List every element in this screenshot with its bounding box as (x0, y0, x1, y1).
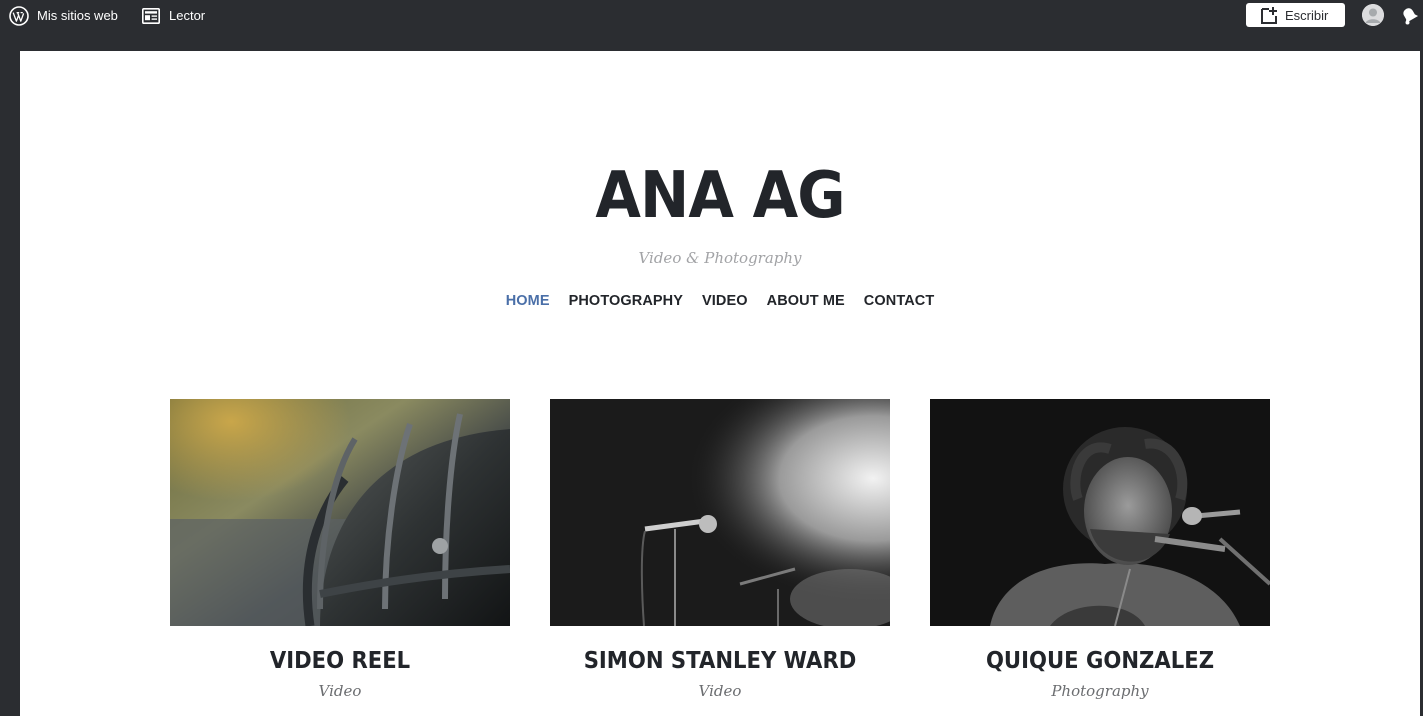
site-tagline: Video & Photography (638, 249, 802, 267)
nav-item-contact[interactable]: CONTACT (864, 293, 935, 309)
portfolio-card: VIDEO REEL Video (170, 399, 510, 700)
notifications-bell-icon (1403, 8, 1419, 25)
portfolio-card-category[interactable]: Video (170, 682, 510, 700)
site-title[interactable]: ANA AG (76, 151, 1364, 241)
reader-icon (142, 7, 160, 24)
nav-item-about-me[interactable]: ABOUT ME (767, 293, 845, 309)
portfolio-card-title[interactable]: SIMON STANLEY WARD (564, 648, 877, 674)
write-button[interactable]: Escribir (1246, 3, 1345, 27)
site-page: ANA AG Video & Photography HOME PHOTOGRA… (20, 51, 1420, 716)
reader-button[interactable]: Lector (142, 0, 205, 31)
admin-bar: Mis sitios web Lector Escribir (0, 0, 1423, 31)
portfolio-card-category[interactable]: Video (550, 682, 890, 700)
new-post-icon (1261, 7, 1277, 24)
portfolio-card-category[interactable]: Photography (930, 682, 1270, 700)
portfolio-card: QUIQUE GONZALEZ Photography (930, 399, 1270, 700)
motorcycle-photo[interactable] (170, 399, 510, 626)
nav-item-home[interactable]: HOME (506, 293, 550, 309)
wordpress-logo-icon (9, 5, 29, 26)
write-label: Escribir (1285, 7, 1329, 23)
reader-label: Lector (169, 8, 206, 23)
main-navigation: HOME PHOTOGRAPHY VIDEO ABOUT ME CONTACT (20, 293, 1420, 309)
nav-item-photography[interactable]: PHOTOGRAPHY (569, 293, 683, 309)
my-sites-button[interactable]: Mis sitios web (9, 0, 118, 31)
avatar-icon (1362, 4, 1384, 26)
microphone-stage-photo[interactable] (550, 399, 890, 626)
my-sites-label: Mis sitios web (37, 8, 118, 23)
portfolio-card-title[interactable]: QUIQUE GONZALEZ (944, 648, 1257, 674)
avatar-button[interactable] (1362, 4, 1384, 26)
nav-item-video[interactable]: VIDEO (702, 293, 748, 309)
notifications-button[interactable] (1399, 5, 1421, 27)
singer-performing-photo[interactable] (930, 399, 1270, 626)
portfolio-card-title[interactable]: VIDEO REEL (184, 648, 497, 674)
portfolio-card: SIMON STANLEY WARD Video (550, 399, 890, 700)
